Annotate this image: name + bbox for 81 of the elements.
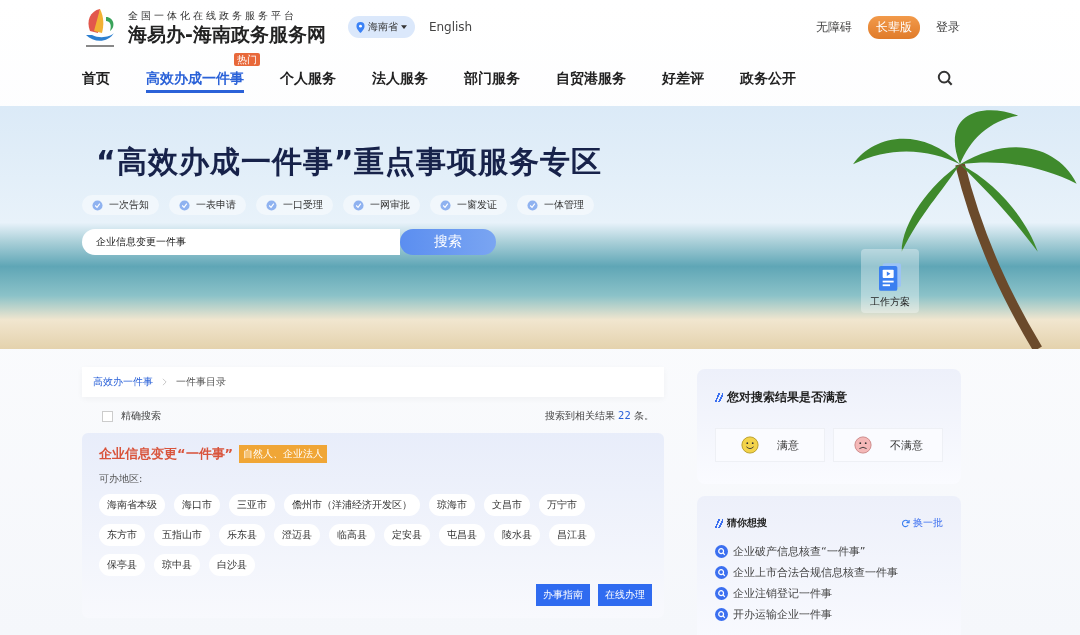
check-shield-icon [179, 199, 190, 211]
region-chip[interactable]: 儋州市（洋浦经济开发区） [284, 494, 420, 516]
search-icon[interactable] [937, 70, 953, 86]
feature-label: 一窗发证 [457, 198, 497, 212]
nav-tab[interactable]: 个人服务 [280, 70, 336, 93]
result-count: 搜索到相关结果 22 条。 [544, 409, 654, 423]
suggestion-link[interactable]: 开办运输企业一件事 [715, 607, 943, 622]
region-chip[interactable]: 东方市 [99, 524, 145, 546]
nav-tab[interactable]: 好差评 [662, 70, 704, 93]
suggestion-link[interactable]: 企业注销登记一件事 [715, 586, 943, 601]
nav-tab[interactable]: 高效办成一件事 [146, 70, 244, 93]
header-link[interactable]: 登录 [936, 18, 960, 36]
feature-label: 一口受理 [283, 198, 323, 212]
applicant-tag: 自然人、企业法人 [239, 445, 328, 463]
nav-tab[interactable]: 首页 [82, 70, 110, 93]
check-shield-icon [266, 199, 277, 211]
region-chip[interactable]: 澄迈县 [274, 524, 320, 546]
region-chip[interactable]: 五指山市 [154, 524, 210, 546]
region-chip[interactable]: 白沙县 [209, 554, 255, 576]
breadcrumb-link[interactable]: 高效办一件事 [93, 375, 153, 389]
title-slash-icon [715, 518, 723, 528]
nav-tab[interactable]: 部门服务 [464, 70, 520, 93]
check-shield-icon [527, 199, 538, 211]
region-chip[interactable]: 海南省本级 [99, 494, 165, 516]
refresh-icon [901, 518, 910, 528]
region-chip[interactable]: 海口市 [174, 494, 220, 516]
document-play-icon [879, 263, 901, 291]
rating-button[interactable]: 满意 [715, 428, 825, 462]
header-link[interactable]: 无障碍 [816, 18, 852, 36]
check-shield-icon [440, 199, 451, 211]
feature-label: 一体管理 [544, 198, 584, 212]
search-badge-icon [715, 608, 728, 621]
breadcrumb-current: 一件事目录 [176, 375, 226, 389]
action-button[interactable]: 办事指南 [536, 584, 590, 606]
region-chip[interactable]: 万宁市 [539, 494, 585, 516]
region-chip[interactable]: 临高县 [329, 524, 375, 546]
hot-badge: 热门 [234, 53, 260, 66]
region-chip[interactable]: 陵水县 [494, 524, 540, 546]
region-chip[interactable]: 琼中县 [154, 554, 200, 576]
check-shield-icon [353, 199, 364, 211]
rating-button[interactable]: 不满意 [833, 428, 943, 462]
nav-tab[interactable]: 法人服务 [372, 70, 428, 93]
nav-tab[interactable]: 政务公开 [740, 70, 796, 93]
work-plan-button[interactable]: 工作方案 [861, 249, 919, 313]
region-dropdown[interactable]: 海南省 [347, 16, 415, 38]
logo-caption: 全国一体化在线政务服务平台 [128, 9, 298, 23]
action-button[interactable]: 在线办理 [598, 584, 652, 606]
site-title: 海易办-海南政务服务网 [128, 23, 326, 45]
suggestion-link[interactable]: 企业上市合法合规信息核查一件事 [715, 565, 943, 580]
feature-label: 一网审批 [370, 198, 410, 212]
panel-title: 您对搜索结果是否满意 [727, 389, 847, 406]
chevron-right-icon [162, 378, 167, 386]
region-chip[interactable]: 昌江县 [549, 524, 595, 546]
search-field[interactable]: 企业信息变更一件事 [82, 229, 400, 255]
title-slash-icon [715, 393, 723, 402]
regions-label: 可办地区: [99, 472, 144, 486]
exact-search-checkbox[interactable] [102, 410, 113, 422]
smiley-face-icon [741, 436, 759, 454]
search-badge-icon [715, 587, 728, 600]
exact-search-label: 精确搜索 [121, 409, 161, 423]
search-badge-icon [715, 545, 728, 558]
panel-title: 猜你想搜 [727, 516, 767, 530]
language-link[interactable]: English [428, 20, 473, 34]
suggestion-link[interactable]: 企业破产信息核查“一件事” [715, 544, 943, 559]
region-chip[interactable]: 保亭县 [99, 554, 145, 576]
sad-face-icon [853, 436, 872, 454]
nav-tab[interactable]: 自贸港服务 [556, 70, 626, 93]
refresh-link[interactable]: 换一批 [901, 516, 943, 530]
region-chip[interactable]: 琼海市 [429, 494, 475, 516]
check-shield-icon [92, 199, 103, 211]
location-pin-icon [355, 21, 365, 33]
hero-title: “高效办成一件事”重点事项服务专区 [96, 143, 604, 181]
search-badge-icon [715, 566, 728, 579]
region-chip[interactable]: 定安县 [384, 524, 430, 546]
region-chip[interactable]: 乐东县 [219, 524, 265, 546]
feature-label: 一表申请 [196, 198, 236, 212]
feature-label: 一次告知 [109, 198, 149, 212]
caret-icon [400, 25, 407, 29]
region-chip[interactable]: 屯昌县 [439, 524, 485, 546]
region-chip[interactable]: 三亚市 [229, 494, 275, 516]
region-chip[interactable]: 文昌市 [484, 494, 530, 516]
